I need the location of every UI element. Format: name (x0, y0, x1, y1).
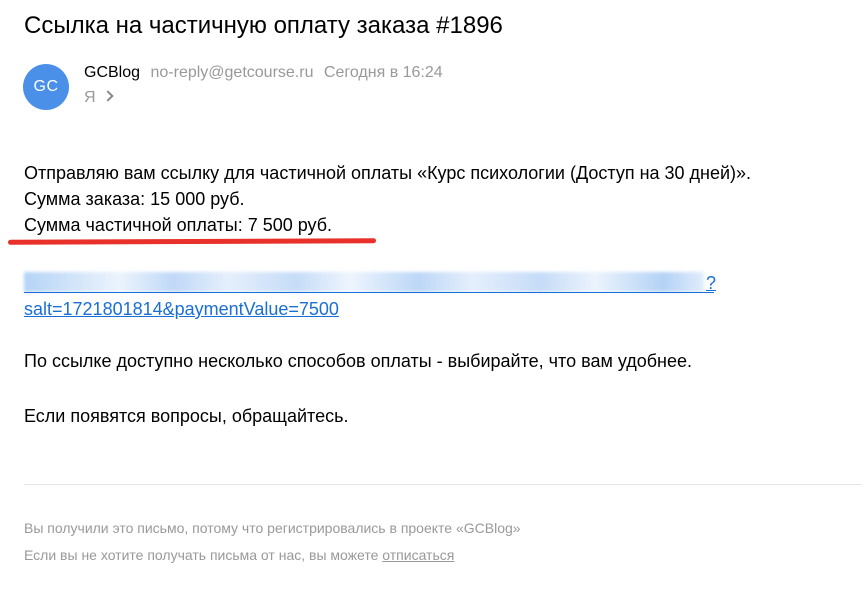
avatar-initials: GC (33, 78, 59, 95)
payment-link-params[interactable]: salt=1721801814&paymentValue=7500 (24, 299, 339, 319)
payment-link-qmark[interactable]: ? (706, 270, 716, 296)
chevron-right-icon (101, 90, 114, 102)
footer-reason: Вы получили это письмо, потому что регис… (24, 520, 521, 536)
body-line-partial-sum: Сумма частичной оплаты: 7 500 руб. (24, 215, 333, 235)
sender-email[interactable]: no-reply@getcourse.ru (150, 64, 313, 81)
sender-avatar[interactable]: GC (23, 64, 69, 110)
body-line-product: Отправляю вам ссылку для частичной оплат… (24, 163, 752, 183)
email-footer: Вы получили это письмо, потому что регис… (24, 515, 521, 569)
footer-unsubscribe-prefix: Если вы не хотите получать письма от нас… (24, 547, 383, 563)
unsubscribe-link[interactable]: отписаться (382, 547, 454, 563)
body-questions: Если появятся вопросы, обращайтесь. (24, 406, 349, 426)
footer-unsubscribe-line: Если вы не хотите получать письма от нас… (24, 542, 521, 569)
payment-link-redacted-line[interactable]: ? (24, 270, 720, 296)
email-subject: Ссылка на частичную оплату заказа #1896 (24, 12, 503, 39)
highlight-underline-mark (7, 238, 377, 245)
footer-divider (24, 484, 862, 485)
body-line-order-sum: Сумма заказа: 15 000 руб. (24, 189, 245, 209)
sender-line: GCBlog no-reply@getcourse.ru Сегодня в 1… (84, 63, 443, 83)
recipient-toggle[interactable]: Я (84, 88, 114, 108)
email-body: Отправляю вам ссылку для частичной оплат… (24, 160, 751, 238)
body-payment-methods: По ссылке доступно несколько способов оп… (24, 351, 693, 371)
redaction-blur (24, 272, 704, 292)
payment-link[interactable]: ? salt=1721801814&paymentValue=7500 (24, 270, 720, 322)
sent-time: Сегодня в 16:24 (323, 64, 443, 81)
sender-name[interactable]: GCBlog (84, 64, 140, 81)
recipient-label: Я (84, 89, 96, 106)
